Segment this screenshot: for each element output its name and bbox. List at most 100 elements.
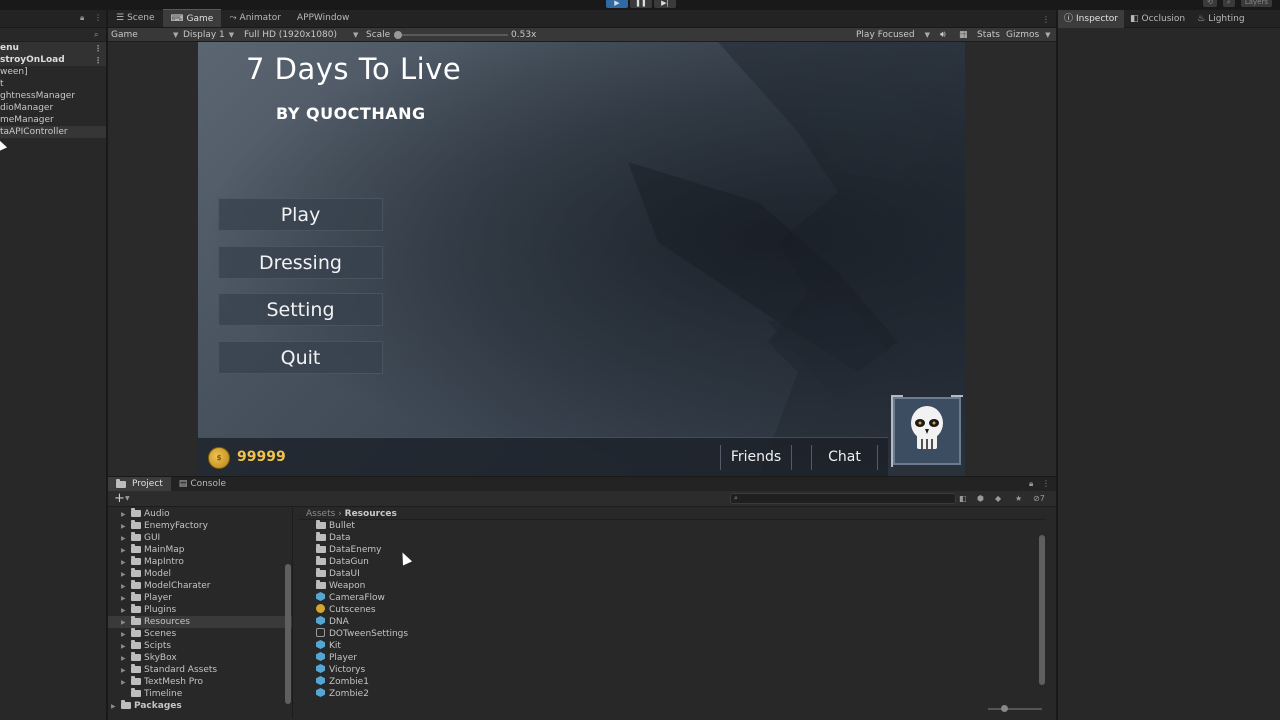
scale-slider-track[interactable] [398,34,508,36]
tree-folder-mainmap[interactable]: ▶ MainMap [108,544,292,556]
expand-arrow-icon[interactable]: ▶ [111,701,121,713]
list-item[interactable]: Kit [298,640,1046,652]
dressing-button[interactable]: Dressing [218,246,383,279]
play-button[interactable]: Play [218,198,383,231]
list-item[interactable]: Zombie2 [298,688,1046,700]
tree-folder-enemyfactory[interactable]: ▶ EnemyFactory [108,520,292,532]
tree-folder-audio[interactable]: ▶ Audio [108,508,292,520]
lock-icon[interactable]: 🔒︎ [80,13,84,23]
tab-animator[interactable]: ⤳ Animator [221,9,289,27]
list-item[interactable]: Weapon [298,580,1046,592]
search-icon[interactable]: ⌕ [94,30,98,40]
list-item[interactable]: Player [298,652,1046,664]
list-item[interactable]: Victorys [298,664,1046,676]
folder-icon [131,532,141,541]
tree-folder-player[interactable]: ▶ Player [108,592,292,604]
file-list-scrollbar[interactable] [1038,521,1046,705]
hierarchy-item[interactable]: ween] [0,66,106,78]
tree-folder-scenes[interactable]: ▶ Scenes [108,628,292,640]
tag-icon[interactable]: ◆ [995,494,1001,503]
list-item[interactable]: DOTweenSettings [298,628,1046,640]
mute-audio-icon[interactable]: 🔊︎ [940,28,946,42]
tree-folder-packages[interactable]: ▶ Packages [108,700,292,712]
avatar[interactable] [893,397,961,465]
tab-game[interactable]: ⌨ Game [162,9,222,27]
hierarchy-item[interactable]: ghtnessManager [0,90,106,102]
game-screen[interactable]: 7 Days To Live BY QUOCTHANG Play Dressin… [198,42,965,478]
tree-folder-resources[interactable]: ▶ Resources [108,616,292,628]
kebab-menu-icon[interactable]: ⋮ [94,13,102,22]
tree-folder-skybox[interactable]: ▶ SkyBox [108,652,292,664]
tab-scene[interactable]: ☰ Scene [108,9,163,27]
hierarchy-item[interactable]: dioManager [0,102,106,114]
tree-folder-model[interactable]: ▶ Model [108,568,292,580]
kebab-menu-icon[interactable]: ⋮ [1042,479,1050,488]
pause-button[interactable]: ❚❚ [630,0,652,8]
tree-folder-timeline[interactable]: Timeline [108,688,292,700]
file-label: Cutscenes [329,605,376,615]
tree-folder-standard-assets[interactable]: ▶ Standard Assets [108,664,292,676]
tab-lighting[interactable]: ♨ Lighting [1191,10,1250,28]
project-search-input[interactable]: ⌕ [730,493,956,504]
lock-icon[interactable]: 🔒︎ [1029,479,1033,489]
hierarchy-item[interactable]: t [0,78,106,90]
breadcrumb-resources[interactable]: Resources [345,509,397,519]
tree-folder-plugins[interactable]: ▶ Plugins [108,604,292,616]
tab-console[interactable]: ▤ Console [171,477,234,491]
scale-slider-handle[interactable] [394,31,402,39]
hierarchy-item[interactable]: taAPIController [0,126,106,138]
hierarchy-dontdestroy-row[interactable]: stroyOnLoad ⋮ [0,54,106,66]
tree-folder-scipts[interactable]: ▶ Scipts [108,640,292,652]
kebab-menu-icon[interactable]: ⋮ [1042,15,1050,24]
quit-button[interactable]: Quit [218,341,383,374]
hierarchy-scene-row[interactable]: enu ⋮ [0,42,106,54]
filter-label-icon[interactable]: ⬢ [977,494,984,503]
step-button[interactable]: ▶| [654,0,676,8]
folder-icon [131,508,141,517]
tab-project[interactable]: Project [108,477,171,491]
list-item[interactable]: DataUI [298,568,1046,580]
list-item[interactable]: Bullet [298,520,1046,532]
play-button[interactable]: ▶ [606,0,628,8]
filter-type-icon[interactable]: ◧ [959,494,967,503]
search-icon[interactable]: ⌕ [1222,0,1235,7]
scrollbar-thumb[interactable] [285,564,291,704]
list-item[interactable]: DataEnemy [298,544,1046,556]
friends-button[interactable]: Friends [720,445,792,470]
scrollbar-thumb[interactable] [1039,535,1045,685]
grid-icon[interactable]: ▦ [959,28,968,42]
stats-button[interactable]: Stats [977,28,1000,42]
breadcrumb-assets[interactable]: Assets [306,509,335,519]
list-item[interactable]: CameraFlow [298,592,1046,604]
history-icon[interactable]: ⟲ [1203,0,1217,7]
hierarchy-item[interactable]: meManager [0,114,106,126]
setting-button[interactable]: Setting [218,293,383,326]
tree-folder-mapintro[interactable]: ▶ MapIntro [108,556,292,568]
display-dropdown[interactable]: Display 1 ▼ [183,28,234,42]
list-item[interactable]: Cutscenes [298,604,1046,616]
play-focus-dropdown[interactable]: Play Focused ▼ [856,28,930,42]
tree-folder-textmesh-pro[interactable]: ▶ TextMesh Pro [108,676,292,688]
icon-size-slider-handle[interactable] [1001,705,1008,712]
tab-occlusion[interactable]: ◧ Occlusion [1124,10,1191,28]
chat-button[interactable]: Chat [811,445,878,470]
chevron-down-icon[interactable]: ▼ [125,495,130,502]
list-item[interactable]: Zombie1 [298,676,1046,688]
list-item[interactable]: DNA [298,616,1046,628]
kebab-menu-icon[interactable]: ⋮ [94,55,102,67]
tree-scrollbar[interactable] [284,508,292,718]
tree-folder-gui[interactable]: ▶ GUI [108,532,292,544]
layers-dropdown[interactable]: Layers [1240,0,1272,7]
favorite-star-icon[interactable]: ★ [1015,494,1022,503]
tab-appwindow[interactable]: APPWindow [289,9,358,27]
tab-inspector[interactable]: ⓘ Inspector [1058,10,1124,28]
hierarchy-search[interactable]: ⌕ [0,28,106,42]
add-icon[interactable]: + [114,491,125,506]
resolution-dropdown[interactable]: Full HD (1920x1080) ▼ [244,28,358,42]
list-item[interactable]: Data [298,532,1046,544]
icon-size-slider-track[interactable] [988,708,1042,710]
gizmos-dropdown[interactable]: Gizmos ▼ [1006,28,1051,42]
hidden-packages-icon[interactable]: ⊘7 [1033,494,1045,503]
game-mode-dropdown[interactable]: Game ▼ [111,28,178,42]
tree-folder-modelcharater[interactable]: ▶ ModelCharater [108,580,292,592]
